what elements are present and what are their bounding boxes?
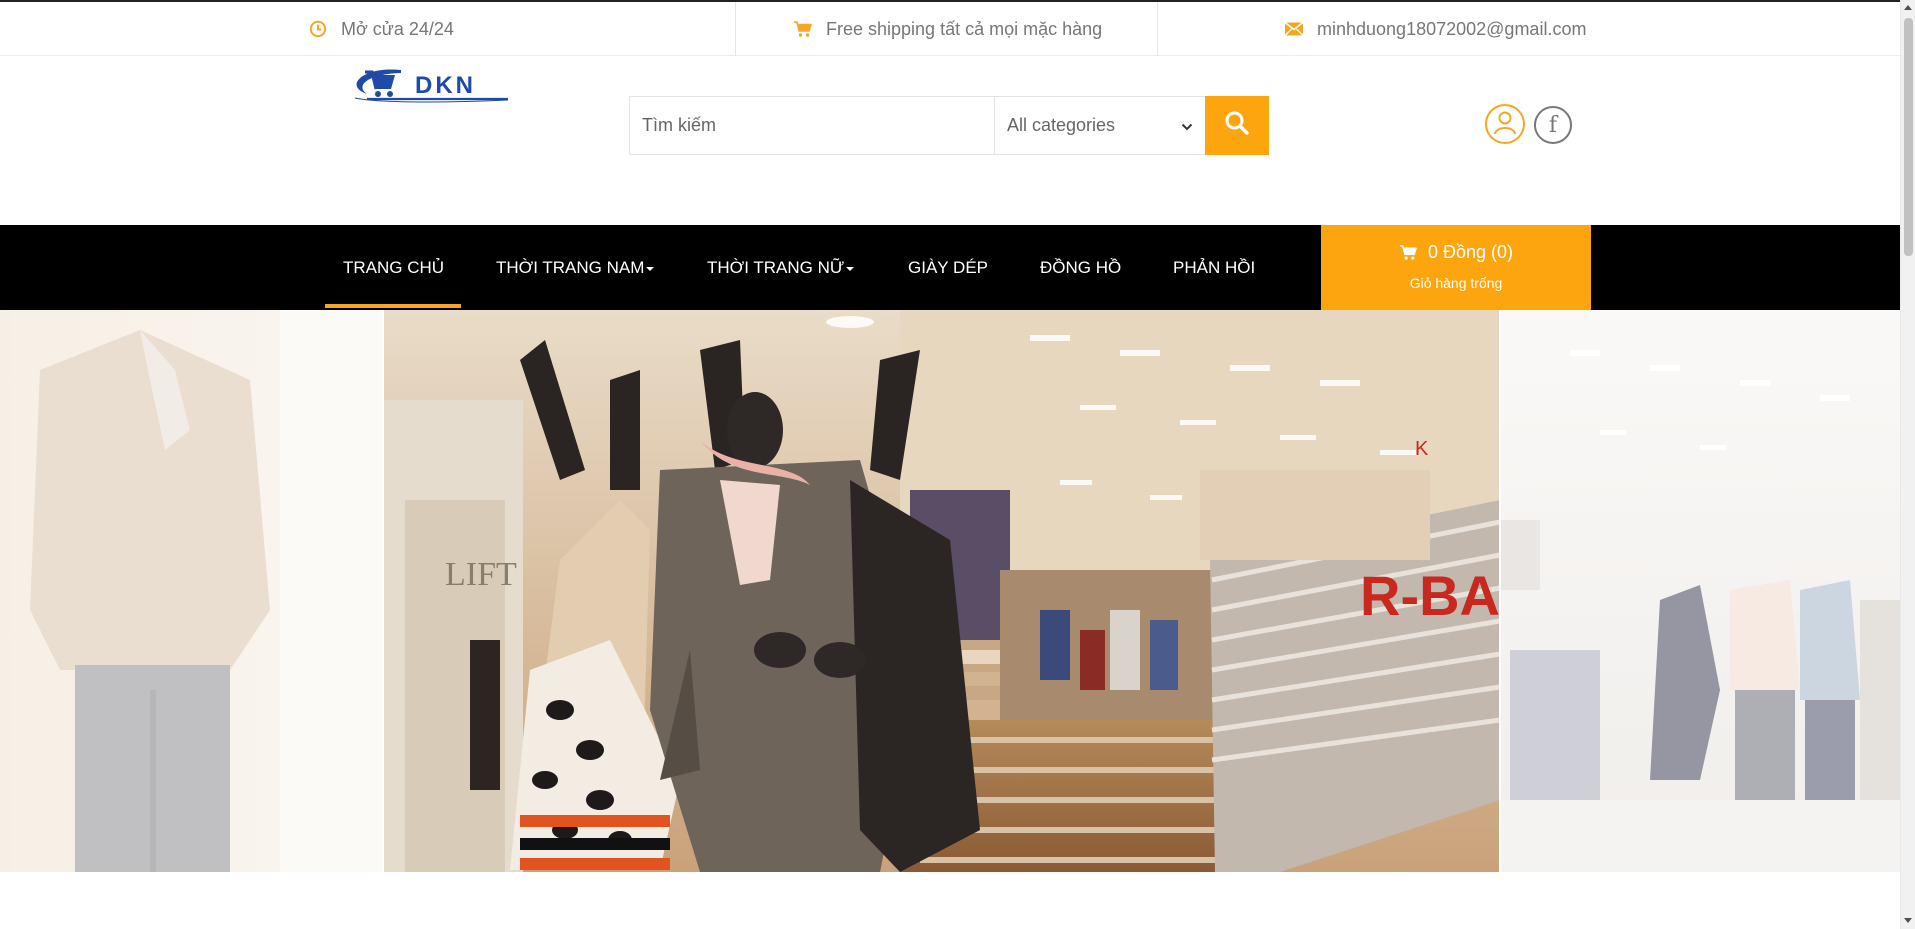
category-select[interactable]: All categories: [994, 97, 1205, 154]
user-icon: [1491, 108, 1519, 141]
cart-button[interactable]: 0 Đồng (0) Giỏ hàng trống: [1321, 225, 1591, 310]
caret-down-icon: [646, 266, 655, 271]
clock-icon: [307, 18, 329, 40]
nav-item-label: ĐỒNG HỒ: [1040, 257, 1122, 277]
nav-item-label: PHẢN HỒI: [1173, 257, 1256, 277]
divider: [1157, 2, 1158, 56]
category-select-value: All categories: [1007, 115, 1116, 135]
nav-item-feedback[interactable]: PHẢN HỒI: [1173, 225, 1255, 310]
cart-summary: 0 Đồng (0): [1321, 242, 1591, 263]
free-shipping: Free shipping tất cả mọi mặc hàng: [792, 2, 1102, 56]
svg-text:LIFT: LIFT: [445, 556, 517, 593]
opening-hours-text: Mở cửa 24/24: [341, 18, 454, 39]
caret-down-icon: [846, 266, 855, 271]
divider: [735, 2, 736, 56]
facebook-icon: f: [1548, 112, 1558, 138]
nav-item-label: THỜI TRANG NỮ: [707, 257, 845, 277]
nav-active-indicator: [325, 304, 461, 308]
nav-item-footwear[interactable]: GIÀY DÉP: [908, 225, 988, 310]
account-button[interactable]: [1485, 104, 1525, 144]
site-logo[interactable]: DKN: [345, 60, 510, 110]
contact-email[interactable]: minhduong18072002@gmail.com: [1283, 2, 1586, 56]
hero-banner-slider[interactable]: LIFT R-BA K: [0, 310, 1900, 872]
nav-item-label: THỜI TRANG NAM: [496, 257, 645, 277]
top-info-bar: Mở cửa 24/24 Free shipping tất cả mọi mặ…: [0, 2, 1900, 56]
scroll-up-icon[interactable]: [1904, 5, 1912, 10]
search-bar: All categories: [629, 96, 1269, 155]
contact-email-text[interactable]: minhduong18072002@gmail.com: [1317, 19, 1586, 40]
cart-status: Giỏ hàng trống: [1409, 275, 1503, 291]
nav-item-women-fashion[interactable]: THỜI TRANG NỮ: [707, 225, 855, 310]
nav-item-home[interactable]: TRANG CHỦ: [343, 225, 444, 310]
main-navigation: TRANG CHỦ THỜI TRANG NAM THỜI TRANG NỮ G…: [0, 225, 1900, 310]
free-shipping-text: Free shipping tất cả mọi mặc hàng: [826, 18, 1103, 39]
search-icon: [1224, 110, 1250, 141]
page-scrollbar[interactable]: [1900, 0, 1915, 929]
logo-text: DKN: [415, 72, 476, 99]
scrollbar-thumb[interactable]: [1904, 18, 1913, 256]
cart-icon: [1399, 244, 1418, 261]
svg-text:K: K: [1415, 438, 1429, 460]
cart-total: 0 Đồng (0): [1427, 242, 1514, 262]
search-button[interactable]: [1205, 96, 1269, 155]
nav-item-label: TRANG CHỦ: [343, 257, 445, 277]
nav-item-men-fashion[interactable]: THỜI TRANG NAM: [496, 225, 655, 310]
svg-text:R-BA: R-BA: [1360, 564, 1500, 627]
facebook-button[interactable]: f: [1534, 106, 1572, 144]
chevron-down-icon: [1181, 115, 1193, 136]
nav-item-label: GIÀY DÉP: [908, 257, 988, 277]
scroll-down-icon[interactable]: [1904, 918, 1912, 923]
envelope-icon: [1283, 18, 1305, 40]
banner-image: LIFT R-BA K: [0, 310, 1900, 872]
search-input[interactable]: [630, 97, 994, 154]
cart-icon: [792, 18, 814, 40]
opening-hours: Mở cửa 24/24: [307, 2, 454, 56]
nav-item-watches[interactable]: ĐỒNG HỒ: [1040, 225, 1121, 310]
